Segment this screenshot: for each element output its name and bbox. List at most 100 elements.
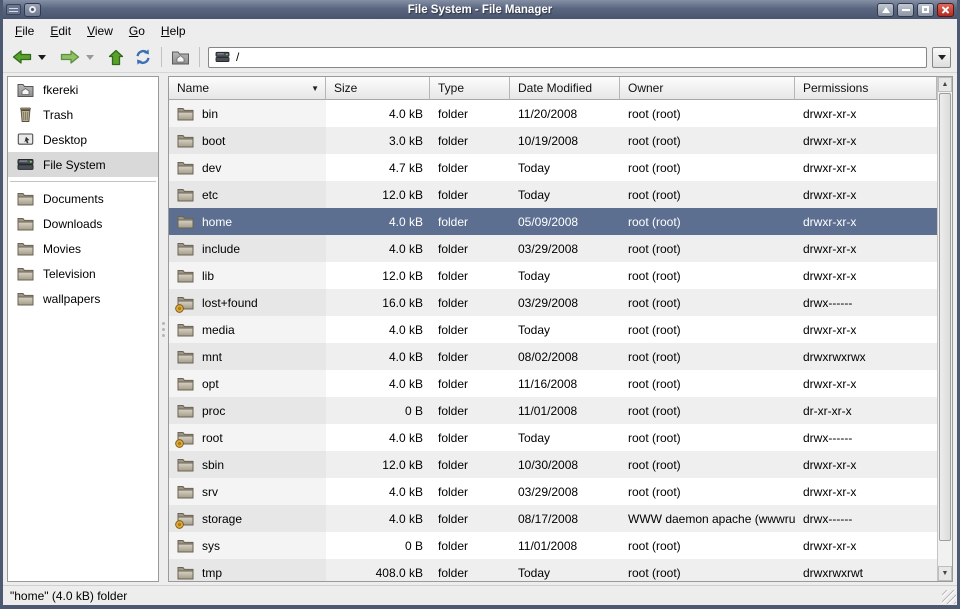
sidebar-item[interactable]: Downloads: [8, 211, 158, 236]
sidebar-item[interactable]: Television: [8, 261, 158, 286]
file-type: folder: [430, 343, 510, 370]
file-row[interactable]: lost+found 16.0 kB folder 03/29/2008 roo…: [169, 289, 937, 316]
harddrive-icon: [17, 156, 34, 173]
file-row[interactable]: srv 4.0 kB folder 03/29/2008 root (root)…: [169, 478, 937, 505]
folder-icon: [17, 265, 34, 282]
maximize-icon: [922, 6, 929, 13]
forward-history-button[interactable]: [83, 44, 97, 70]
folder-icon: [177, 430, 195, 446]
file-owner: root (root): [620, 370, 795, 397]
path-dropdown-button[interactable]: [932, 47, 951, 68]
menu-item[interactable]: Edit: [42, 22, 79, 40]
file-permissions: drwxr-xr-x: [795, 127, 937, 154]
scroll-down-button[interactable]: ▼: [938, 566, 952, 581]
file-permissions: drwxr-xr-x: [795, 208, 937, 235]
sidebar-item[interactable]: Documents: [8, 186, 158, 211]
file-type: folder: [430, 235, 510, 262]
file-row[interactable]: home 4.0 kB folder 05/09/2008 root (root…: [169, 208, 937, 235]
file-row[interactable]: proc 0 B folder 11/01/2008 root (root) d…: [169, 397, 937, 424]
column-header[interactable]: Owner: [620, 77, 795, 100]
file-type: folder: [430, 559, 510, 581]
file-permissions: drwxr-xr-x: [795, 532, 937, 559]
scroll-up-button[interactable]: ▲: [938, 77, 952, 92]
toolbar-separator: [161, 47, 162, 67]
file-row[interactable]: bin 4.0 kB folder 11/20/2008 root (root)…: [169, 100, 937, 127]
folder-icon: [17, 240, 34, 257]
sticky-icon[interactable]: [6, 4, 21, 15]
sidebar-item[interactable]: [8, 177, 158, 186]
file-row[interactable]: dev 4.7 kB folder Today root (root) drwx…: [169, 154, 937, 181]
file-row[interactable]: opt 4.0 kB folder 11/16/2008 root (root)…: [169, 370, 937, 397]
file-owner: root (root): [620, 451, 795, 478]
file-date: Today: [510, 559, 620, 581]
file-name: boot: [202, 134, 225, 148]
pane-splitter[interactable]: [159, 76, 168, 582]
scrollbar-track[interactable]: [938, 92, 952, 566]
maximize-button[interactable]: [917, 3, 934, 17]
sidebar-item[interactable]: Trash: [8, 102, 158, 127]
app-icon[interactable]: [24, 3, 41, 17]
refresh-button[interactable]: [131, 44, 155, 70]
folder-icon: [177, 295, 195, 311]
sidebar-item[interactable]: Desktop: [8, 127, 158, 152]
file-date: 03/29/2008: [510, 235, 620, 262]
folder-icon: [177, 241, 195, 257]
file-owner: root (root): [620, 316, 795, 343]
sidebar-item[interactable]: File System: [8, 152, 158, 177]
file-permissions: drwxr-xr-x: [795, 100, 937, 127]
file-name: srv: [202, 485, 218, 499]
file-row[interactable]: media 4.0 kB folder Today root (root) dr…: [169, 316, 937, 343]
column-header[interactable]: Type: [430, 77, 510, 100]
sidebar-item[interactable]: fkereki: [8, 77, 158, 102]
caret-down-icon: [938, 55, 946, 60]
shade-button[interactable]: [877, 3, 894, 17]
file-row[interactable]: boot 3.0 kB folder 10/19/2008 root (root…: [169, 127, 937, 154]
file-row[interactable]: storage 4.0 kB folder 08/17/2008 WWW dae…: [169, 505, 937, 532]
file-date: 03/29/2008: [510, 289, 620, 316]
statusbar: "home" (4.0 kB) folder: [3, 585, 957, 605]
file-row[interactable]: root 4.0 kB folder Today root (root) drw…: [169, 424, 937, 451]
sidebar-item[interactable]: wallpapers: [8, 286, 158, 311]
file-row[interactable]: etc 12.0 kB folder Today root (root) drw…: [169, 181, 937, 208]
folder-icon: [177, 484, 195, 500]
file-name: media: [202, 323, 235, 337]
sidebar-item-label: File System: [43, 158, 106, 172]
back-button[interactable]: [9, 44, 35, 70]
menu-item[interactable]: File: [7, 22, 42, 40]
menu-item[interactable]: View: [79, 22, 121, 40]
menu-item[interactable]: Help: [153, 22, 194, 40]
resize-grip[interactable]: [942, 590, 956, 604]
minimize-button[interactable]: [897, 3, 914, 17]
menu-item[interactable]: Go: [121, 22, 153, 40]
home-button[interactable]: [168, 44, 193, 70]
file-type: folder: [430, 451, 510, 478]
path-input[interactable]: /: [208, 47, 927, 68]
file-name: dev: [202, 161, 221, 175]
column-header[interactable]: Name ▼: [169, 77, 326, 100]
scrollbar-thumb[interactable]: [939, 93, 951, 541]
sidebar-item-label: Documents: [43, 192, 104, 206]
trash-icon: [17, 106, 34, 123]
file-permissions: drwx------: [795, 424, 937, 451]
back-history-button[interactable]: [35, 44, 49, 70]
up-button[interactable]: [105, 44, 127, 70]
sidebar-item[interactable]: Movies: [8, 236, 158, 261]
file-row[interactable]: include 4.0 kB folder 03/29/2008 root (r…: [169, 235, 937, 262]
file-size: 408.0 kB: [326, 559, 430, 581]
file-type: folder: [430, 316, 510, 343]
vertical-scrollbar[interactable]: ▲ ▼: [937, 77, 952, 581]
file-row[interactable]: sbin 12.0 kB folder 10/30/2008 root (roo…: [169, 451, 937, 478]
column-header[interactable]: Date Modified: [510, 77, 620, 100]
forward-button[interactable]: [57, 44, 83, 70]
file-row[interactable]: tmp 408.0 kB folder Today root (root) dr…: [169, 559, 937, 581]
sidebar-item-icon: [17, 106, 34, 123]
file-row[interactable]: mnt 4.0 kB folder 08/02/2008 root (root)…: [169, 343, 937, 370]
close-button[interactable]: [937, 3, 954, 17]
column-header[interactable]: Permissions: [795, 77, 937, 100]
file-row[interactable]: sys 0 B folder 11/01/2008 root (root) dr…: [169, 532, 937, 559]
file-row[interactable]: lib 12.0 kB folder Today root (root) drw…: [169, 262, 937, 289]
file-permissions: drwxr-xr-x: [795, 262, 937, 289]
column-header[interactable]: Size: [326, 77, 430, 100]
sidebar-item-icon: [17, 190, 34, 207]
folder-icon: [177, 133, 195, 149]
